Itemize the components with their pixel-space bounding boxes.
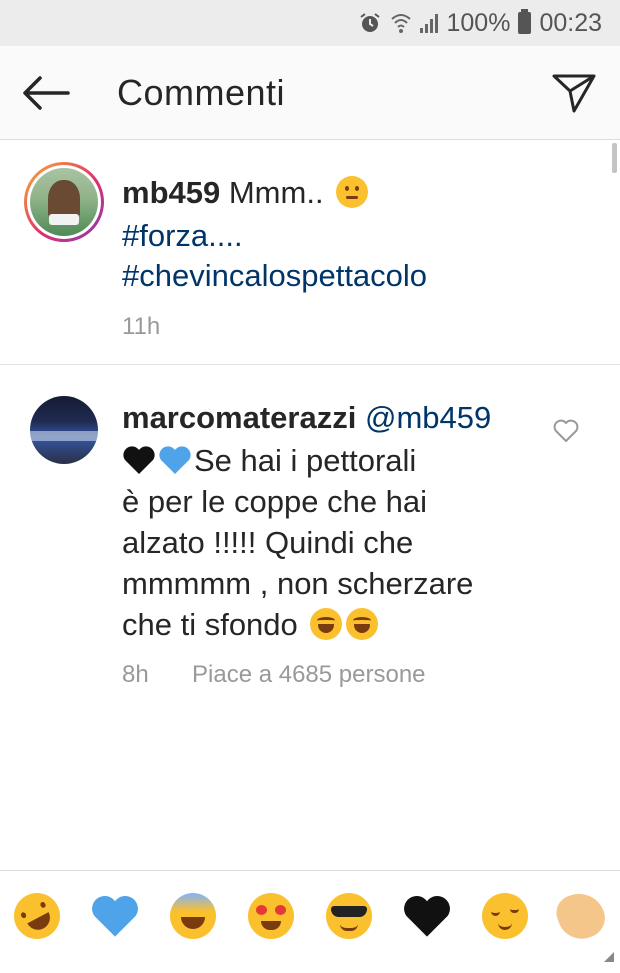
clapping-hands-emoji[interactable] <box>551 886 611 946</box>
battery-icon <box>518 9 532 34</box>
status-bar: 100% 00:23 <box>0 0 620 46</box>
corner-marker <box>604 952 614 962</box>
back-button[interactable] <box>20 70 72 116</box>
app-bar: Commenti <box>0 46 620 140</box>
comment-text: Se hai i pettorali <box>194 443 417 478</box>
like-button[interactable] <box>552 418 580 444</box>
heart-outline-icon <box>553 419 579 442</box>
blue-heart-emoji <box>159 446 191 474</box>
comment-username[interactable]: marcomaterazzi <box>122 400 356 435</box>
grinning-sweat-emoji[interactable] <box>168 891 218 941</box>
mention-link[interactable]: @mb459 <box>365 400 491 435</box>
signal-icon <box>420 13 439 33</box>
tears-of-joy-emoji <box>346 608 379 640</box>
battery-percent: 100% <box>446 8 511 37</box>
emoji-bar <box>0 870 620 973</box>
caption-text: Mmm.. <box>228 175 324 210</box>
tears-of-joy-emoji <box>310 608 343 640</box>
avatar[interactable] <box>24 162 104 242</box>
blue-heart-emoji[interactable] <box>90 891 140 941</box>
caption-comment: mb459 Mmm.. #forza.... #chevincalospetta… <box>0 141 620 365</box>
black-heart-emoji <box>123 446 155 474</box>
caption-line-1: mb459 Mmm.. <box>122 171 369 214</box>
avatar[interactable] <box>30 396 98 464</box>
hashtag-link[interactable]: #forza.... <box>122 214 243 257</box>
paper-plane-icon <box>552 74 596 113</box>
arrow-left-icon <box>23 76 70 110</box>
comment-line-1: marcomaterazzi @mb459 <box>122 396 491 439</box>
black-heart-emoji[interactable] <box>402 891 452 941</box>
comment-line-6: che ti sfondo <box>122 603 379 646</box>
send-button[interactable] <box>548 68 600 118</box>
comment-line-2: Se hai i pettorali <box>122 439 416 482</box>
comment-text: è per le coppe che hai <box>122 484 428 519</box>
comment-time: 11h <box>122 313 161 340</box>
comment-text: mmmmm , non scherzare <box>122 566 474 601</box>
page-title: Commenti <box>117 72 286 113</box>
rolling-on-floor-laughing-emoji[interactable] <box>5 884 69 948</box>
comment-text: che ti sfondo <box>122 607 298 642</box>
relieved-face-emoji[interactable] <box>480 891 530 941</box>
hashtag-link[interactable]: #chevincalospettacolo <box>122 254 427 297</box>
comment-username[interactable]: mb459 <box>122 175 220 210</box>
comment-text: alzato !!!!! Quindi che <box>122 525 414 560</box>
thinking-face-emoji <box>336 176 369 208</box>
clock: 00:23 <box>539 8 602 37</box>
alarm-icon <box>358 11 382 35</box>
likes-count-link[interactable]: Piace a 4685 persone <box>192 661 426 689</box>
comment-time: 8h <box>122 661 149 688</box>
wifi-icon <box>390 11 412 35</box>
sunglasses-emoji[interactable] <box>324 891 374 941</box>
heart-eyes-emoji[interactable] <box>246 891 296 941</box>
comment-item: marcomaterazzi @mb459 Se hai i pettorali… <box>0 366 620 696</box>
